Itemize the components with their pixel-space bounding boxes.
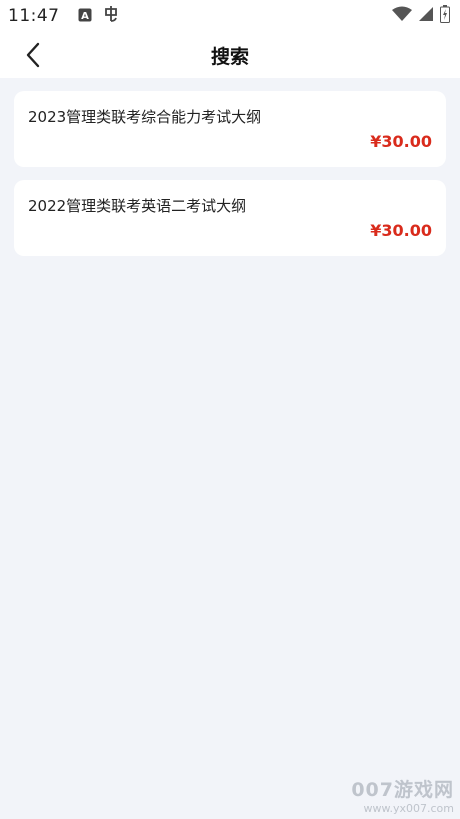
font-icon: A <box>78 7 92 26</box>
watermark: 007游戏网 www.yx007.com <box>344 775 454 815</box>
result-title: 2023管理类联考综合能力考试大纲 <box>28 108 262 126</box>
nav-bar: 搜索 <box>0 32 460 78</box>
signal-icon <box>418 6 434 26</box>
watermark-url: www.yx007.com <box>363 802 454 815</box>
watermark-brand: 007游戏网 <box>351 779 454 801</box>
back-arrow-icon[interactable] <box>20 42 46 68</box>
status-left-icons: A <box>78 5 120 27</box>
result-title: 2022管理类联考英语二考试大纲 <box>28 197 247 215</box>
status-right-icons <box>392 5 450 27</box>
result-card[interactable]: 2023管理类联考综合能力考试大纲 ¥30.00 <box>14 91 446 167</box>
wifi-icon <box>392 6 412 26</box>
status-time: 11:47 <box>8 6 60 26</box>
result-card[interactable]: 2022管理类联考英语二考试大纲 ¥30.00 <box>14 180 446 256</box>
status-bar: 11:47 A <box>0 0 460 32</box>
result-price: ¥30.00 <box>370 132 432 151</box>
bug-icon <box>102 5 120 27</box>
battery-icon <box>440 5 450 27</box>
svg-text:A: A <box>81 11 89 22</box>
page-title: 搜索 <box>210 45 249 68</box>
search-results-list: 2023管理类联考综合能力考试大纲 ¥30.00 2022管理类联考英语二考试大… <box>14 91 446 269</box>
result-price: ¥30.00 <box>370 221 432 240</box>
